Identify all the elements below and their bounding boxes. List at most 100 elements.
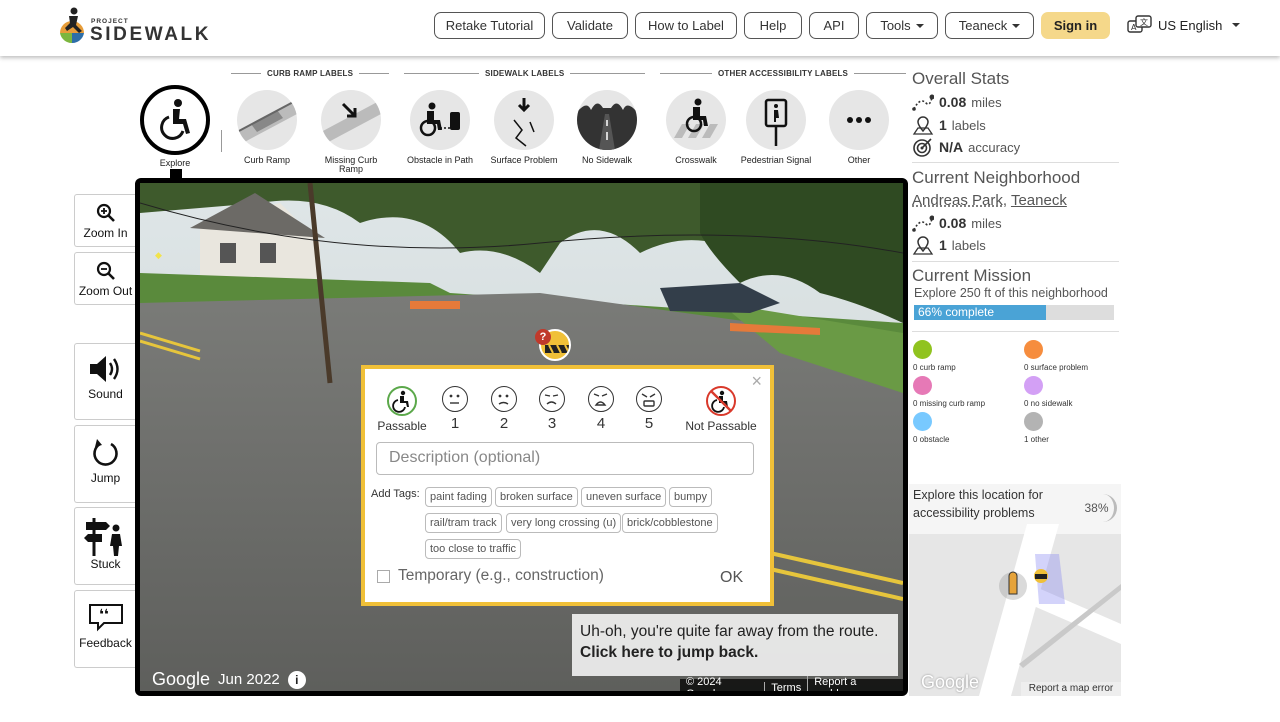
no-sidewalk-label-button[interactable]: No Sidewalk — [570, 90, 644, 165]
severity-3-label: 3 — [547, 415, 557, 432]
distance-icon — [912, 94, 934, 111]
tag-too-close-to-traffic[interactable]: too close to traffic — [425, 539, 522, 559]
curb-ramp-icon — [237, 90, 297, 150]
zoom-out-icon — [96, 261, 115, 280]
jump-button[interactable]: Jump — [74, 425, 136, 503]
severity-4[interactable]: 4 — [586, 386, 616, 432]
other-labels-heading: OTHER ACCESSIBILITY LABELS — [660, 69, 907, 78]
severity-5[interactable]: 5 — [634, 386, 664, 432]
info-icon[interactable]: i — [287, 670, 306, 689]
svg-text:A: A — [1131, 23, 1137, 32]
retake-tutorial-button[interactable]: Retake Tutorial — [434, 12, 545, 39]
tag-very-long-crossing[interactable]: very long crossing (u) — [506, 513, 622, 533]
neighborhood-miles: 0.08 miles — [912, 214, 1002, 232]
svg-text:文: 文 — [1140, 17, 1148, 27]
tag-rail-tram-track[interactable]: rail/tram track — [425, 513, 502, 533]
obstacle-count-icon — [913, 412, 932, 431]
severity-1[interactable]: 1 — [440, 386, 470, 432]
temporary-checkbox[interactable]: Temporary (e.g., construction) — [377, 567, 604, 585]
jump-label: Jump — [90, 471, 121, 485]
map-pin-icon — [912, 116, 934, 135]
question-marker[interactable]: ? — [535, 329, 551, 345]
tools-dropdown[interactable]: Tools — [866, 12, 938, 39]
mission-text: Explore 250 ft of this neighborhood — [914, 286, 1108, 300]
pedestrian-signal-label-button[interactable]: Pedestrian Signal — [739, 90, 813, 165]
api-button[interactable]: API — [809, 12, 859, 39]
overall-stats-title: Overall Stats — [912, 69, 1010, 88]
stuck-button[interactable]: Stuck — [74, 507, 136, 585]
add-tags-label: Add Tags: — [371, 488, 420, 500]
upset-face-icon — [588, 386, 614, 412]
minimap[interactable]: Explore this location for accessibility … — [909, 484, 1121, 696]
chevron-down-icon — [915, 23, 924, 28]
curb-ramp-count: 0 curb ramp — [913, 363, 956, 372]
language-dropdown[interactable]: A文 US English — [1127, 15, 1241, 35]
overall-labels-unit: labels — [951, 117, 986, 133]
surface-problem-label: Surface Problem — [490, 155, 558, 165]
project-sidewalk-logo[interactable]: PROJECT SIDEWALK — [58, 7, 208, 47]
distance-icon — [912, 215, 934, 232]
obstacle-label-button[interactable]: Obstacle in Path — [403, 90, 477, 165]
logo-icon — [60, 7, 84, 43]
severity-2-label: 2 — [499, 415, 509, 432]
crosswalk-label-button[interactable]: Crosswalk — [659, 90, 733, 165]
severity-3[interactable]: 3 — [537, 386, 567, 432]
missing-curb-ramp-count: 0 missing curb ramp — [913, 399, 986, 408]
logo-name: SIDEWALK — [90, 24, 212, 45]
tag-paint-fading[interactable]: paint fading — [425, 487, 492, 507]
curb-ramp-label-button[interactable]: Curb Ramp — [230, 90, 304, 165]
zoom-in-icon — [96, 203, 115, 222]
jump-back-link[interactable]: Click here to jump back. — [580, 642, 890, 663]
not-passable-label: Not Passable — [685, 419, 757, 433]
report-map-error-link[interactable]: Report a map error — [1021, 682, 1121, 696]
tag-bumpy[interactable]: bumpy — [669, 487, 713, 507]
checkbox-box[interactable] — [377, 569, 390, 583]
explore-mode-button[interactable]: Explore — [138, 85, 212, 168]
description-input[interactable]: Description (optional) — [376, 442, 754, 475]
severity-4-label: 4 — [596, 415, 606, 432]
other-count: 1 other — [1024, 435, 1049, 444]
far-route-message: Uh-oh, you're quite far away from the ro… — [580, 623, 879, 640]
minimap-prompt: Explore this location for accessibility … — [913, 488, 1043, 520]
validate-button[interactable]: Validate — [552, 12, 628, 39]
report-problem-link[interactable]: Report a problem — [807, 675, 903, 691]
overall-miles-unit: miles — [971, 94, 1002, 110]
sign-in-button[interactable]: Sign in — [1041, 12, 1110, 39]
svg-text:◆: ◆ — [155, 251, 162, 261]
sound-button[interactable]: Sound — [74, 343, 136, 420]
tag-uneven-surface[interactable]: uneven surface — [581, 487, 667, 507]
wheelchair-icon — [140, 85, 210, 155]
how-to-label-button[interactable]: How to Label — [635, 12, 737, 39]
tag-brick-cobblestone[interactable]: brick/cobblestone — [622, 513, 718, 533]
ok-button[interactable]: OK — [720, 569, 743, 587]
zoom-out-button[interactable]: Zoom Out — [74, 252, 136, 305]
zoom-in-button[interactable]: Zoom In — [74, 194, 136, 247]
severity-passable[interactable]: Passable — [377, 386, 427, 433]
missing-curb-ramp-label-button[interactable]: Missing Curb Ramp — [314, 90, 388, 174]
overall-miles-value: 0.08 — [939, 94, 967, 110]
surface-problem-label-button[interactable]: Surface Problem — [487, 90, 561, 165]
terms-link[interactable]: Terms — [764, 681, 807, 691]
mission-progress-fill: 66% complete — [914, 305, 1046, 320]
neighborhood-city-link[interactable]: Teaneck — [1011, 192, 1067, 209]
feedback-button[interactable]: ❛❛ Feedback — [74, 590, 136, 668]
overall-miles: 0.08 miles — [912, 93, 1002, 111]
surface-problem-count: 0 surface problem — [1024, 363, 1089, 372]
other-label-button[interactable]: Other — [822, 90, 896, 165]
label-context-menu: × Passable 1 2 3 4 5 Not Passable Descri… — [361, 365, 774, 606]
accuracy-unit: accuracy — [968, 139, 1021, 155]
far-from-route-notice[interactable]: Uh-oh, you're quite far away from the ro… — [572, 614, 898, 676]
no-sidewalk-count-icon — [1024, 376, 1043, 395]
surface-problem-icon — [494, 90, 554, 150]
severity-not-passable[interactable]: Not Passable — [682, 386, 760, 433]
other-label: Other — [847, 155, 871, 165]
tag-broken-surface[interactable]: broken surface — [495, 487, 578, 507]
severity-1-label: 1 — [450, 415, 460, 432]
neighborhood-name-row: Andreas Park, Teaneck — [912, 192, 1067, 209]
severity-2[interactable]: 2 — [489, 386, 519, 432]
city-dropdown[interactable]: Teaneck — [945, 12, 1034, 39]
google-watermark: Google Jun 2022 i — [152, 669, 306, 690]
neighborhood-miles-unit: miles — [971, 215, 1002, 231]
help-button[interactable]: Help — [744, 12, 802, 39]
temporary-label: Temporary (e.g., construction) — [398, 567, 604, 584]
